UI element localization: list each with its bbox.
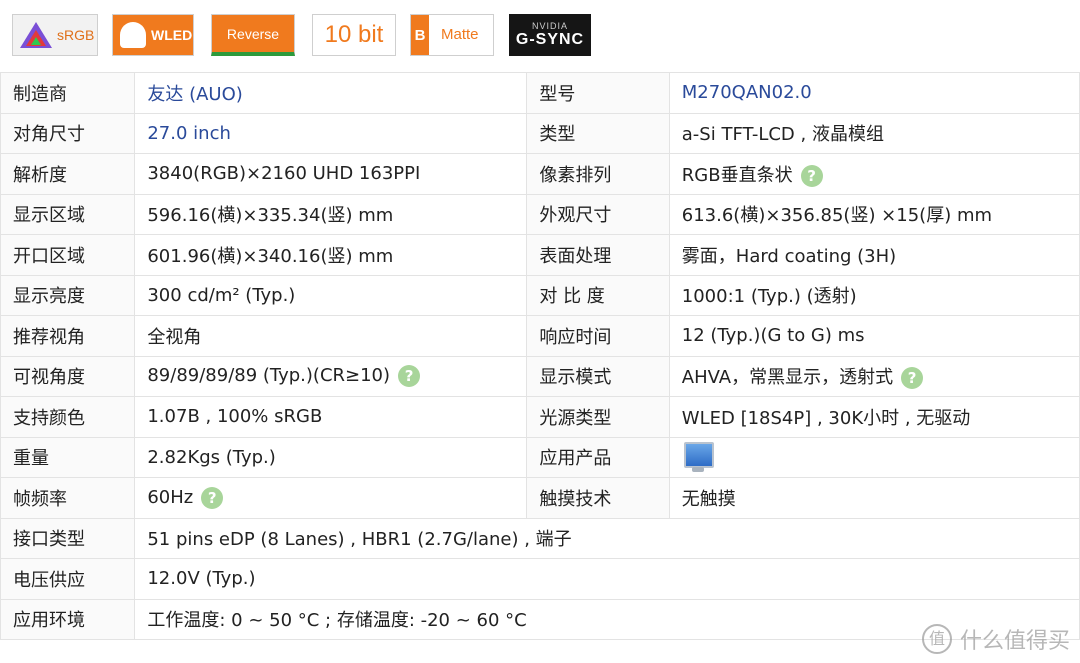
spec-key: 型号 bbox=[526, 72, 670, 114]
spec-key: 像素排列 bbox=[526, 153, 670, 195]
spec-key: 光源类型 bbox=[526, 396, 670, 438]
spec-value: 12.0V (Typ.) bbox=[134, 558, 1080, 600]
spec-key: 接口类型 bbox=[0, 517, 136, 559]
spec-value: 601.96(横)×340.16(竖) mm bbox=[134, 234, 528, 276]
help-icon[interactable]: ? bbox=[201, 486, 224, 509]
spec-value: 全视角 bbox=[134, 315, 528, 357]
reverse-badge-label: Reverse bbox=[226, 25, 280, 42]
spec-key: 可视角度 bbox=[0, 355, 136, 397]
watermark-text: 什么值得买 bbox=[959, 629, 1070, 654]
spec-key: 对角尺寸 bbox=[0, 112, 136, 154]
spec-key: 推荐视角 bbox=[0, 315, 136, 357]
matte-badge-letter: B bbox=[411, 15, 429, 55]
pixel-arrangement-value: RGB垂直条状 bbox=[681, 164, 793, 186]
spec-key: 制造商 bbox=[0, 72, 136, 114]
spec-value: 89/89/89/89 (Typ.)(CR≥10)? bbox=[134, 355, 528, 397]
reverse-badge: Reverse bbox=[211, 14, 295, 56]
model-link[interactable]: M270QAN02.0 bbox=[682, 82, 812, 103]
spec-value: 596.16(横)×335.34(竖) mm bbox=[134, 193, 528, 235]
spec-value: 300 cd/m² (Typ.) bbox=[134, 274, 528, 316]
10bit-badge: 10 bit bbox=[312, 14, 396, 56]
bulb-icon bbox=[120, 22, 146, 48]
spec-key: 显示区域 bbox=[0, 193, 136, 235]
spec-value: 51 pins eDP (8 Lanes) , HBR1 (2.7G/lane)… bbox=[134, 517, 1080, 559]
spec-value: 1000:1 (Typ.) (透射) bbox=[668, 274, 1080, 316]
spec-key: 支持颜色 bbox=[0, 396, 136, 438]
table-row: 开口区域 601.96(横)×340.16(竖) mm 表面处理 雾面，Hard… bbox=[0, 234, 1080, 276]
watermark-logo-icon: 值 bbox=[921, 624, 952, 654]
viewing-angle-value: 89/89/89/89 (Typ.)(CR≥10) bbox=[147, 365, 391, 387]
spec-value: RGB垂直条状? bbox=[668, 153, 1080, 195]
spec-key: 对 比 度 bbox=[526, 274, 670, 316]
manufacturer-link[interactable]: 友达 (AUO) bbox=[147, 84, 242, 105]
spec-value: a-Si TFT-LCD , 液晶模组 bbox=[668, 112, 1080, 154]
matte-badge: B Matte bbox=[410, 14, 494, 56]
diagonal-size-link[interactable]: 27.0 inch bbox=[147, 123, 231, 144]
table-row: 显示亮度 300 cd/m² (Typ.) 对 比 度 1000:1 (Typ.… bbox=[0, 274, 1080, 316]
srgb-badge: sRGB bbox=[12, 14, 98, 56]
spec-value[interactable]: 友达 (AUO) bbox=[134, 72, 528, 114]
spec-value: 2.82Kgs (Typ.) bbox=[134, 436, 528, 478]
matte-badge-label: Matte bbox=[441, 26, 479, 43]
spec-key: 表面处理 bbox=[526, 234, 670, 276]
spec-value: 雾面，Hard coating (3H) bbox=[668, 234, 1080, 276]
spec-value bbox=[668, 436, 1080, 478]
gsync-badge-label: G-SYNC bbox=[515, 31, 585, 48]
table-row: 对角尺寸 27.0 inch 类型 a-Si TFT-LCD , 液晶模组 bbox=[0, 112, 1080, 154]
help-icon[interactable]: ? bbox=[800, 164, 823, 187]
spec-key: 显示亮度 bbox=[0, 274, 136, 316]
spec-key: 应用环境 bbox=[0, 598, 136, 640]
spec-value[interactable]: 27.0 inch bbox=[134, 112, 528, 154]
srgb-badge-label: sRGB bbox=[57, 27, 95, 43]
spec-key: 应用产品 bbox=[526, 436, 670, 478]
spec-value[interactable]: M270QAN02.0 bbox=[668, 72, 1080, 114]
spec-value: 无触摸 bbox=[668, 477, 1080, 519]
table-row: 电压供应 12.0V (Typ.) bbox=[0, 558, 1080, 600]
table-row: 接口类型 51 pins eDP (8 Lanes) , HBR1 (2.7G/… bbox=[0, 517, 1080, 559]
table-row: 解析度 3840(RGB)×2160 UHD 163PPI 像素排列 RGB垂直… bbox=[0, 153, 1080, 195]
help-icon[interactable]: ? bbox=[398, 365, 421, 388]
spec-value: 60Hz? bbox=[134, 477, 528, 519]
monitor-icon[interactable] bbox=[682, 440, 714, 474]
table-row: 帧频率 60Hz? 触摸技术 无触摸 bbox=[0, 477, 1080, 519]
table-row: 推荐视角 全视角 响应时间 12 (Typ.)(G to G) ms bbox=[0, 315, 1080, 357]
wled-badge-label: WLED bbox=[151, 27, 193, 43]
spec-value: 3840(RGB)×2160 UHD 163PPI bbox=[134, 153, 528, 195]
spec-value: WLED [18S4P] , 30K小时 , 无驱动 bbox=[668, 396, 1080, 438]
spec-table: 制造商 友达 (AUO) 型号 M270QAN02.0 对角尺寸 27.0 in… bbox=[0, 72, 1080, 640]
table-row: 应用环境 工作温度: 0 ~ 50 °C ; 存储温度: -20 ~ 60 °C bbox=[0, 598, 1080, 640]
table-row: 重量 2.82Kgs (Typ.) 应用产品 bbox=[0, 436, 1080, 478]
spec-value: 12 (Typ.)(G to G) ms bbox=[668, 315, 1080, 357]
help-icon[interactable]: ? bbox=[901, 367, 924, 390]
nvidia-logo-text: NVIDIA bbox=[531, 21, 568, 31]
wled-badge: WLED bbox=[112, 14, 194, 56]
table-row: 支持颜色 1.07B , 100% sRGB 光源类型 WLED [18S4P]… bbox=[0, 396, 1080, 438]
table-row: 制造商 友达 (AUO) 型号 M270QAN02.0 bbox=[0, 72, 1080, 114]
spec-key: 响应时间 bbox=[526, 315, 670, 357]
spec-value: 1.07B , 100% sRGB bbox=[134, 396, 528, 438]
display-mode-value: AHVA，常黑显示，透射式 bbox=[681, 367, 894, 389]
spec-key: 电压供应 bbox=[0, 558, 136, 600]
table-row: 可视角度 89/89/89/89 (Typ.)(CR≥10)? 显示模式 AHV… bbox=[0, 355, 1080, 397]
10bit-badge-label: 10 bit bbox=[324, 21, 384, 48]
spec-key: 重量 bbox=[0, 436, 136, 478]
spec-key: 触摸技术 bbox=[526, 477, 670, 519]
spec-key: 显示模式 bbox=[526, 355, 670, 397]
spec-key: 解析度 bbox=[0, 153, 136, 195]
spec-key: 帧频率 bbox=[0, 477, 136, 519]
spec-value: AHVA，常黑显示，透射式? bbox=[668, 355, 1080, 397]
spec-key: 开口区域 bbox=[0, 234, 136, 276]
spec-value: 613.6(横)×356.85(竖) ×15(厚) mm bbox=[668, 193, 1080, 235]
site-watermark: 值 什么值得买 bbox=[921, 623, 1070, 655]
frame-rate-value: 60Hz bbox=[147, 486, 194, 508]
gsync-badge: NVIDIA G-SYNC bbox=[509, 14, 591, 56]
spec-key: 外观尺寸 bbox=[526, 193, 670, 235]
table-row: 显示区域 596.16(横)×335.34(竖) mm 外观尺寸 613.6(横… bbox=[0, 193, 1080, 235]
spec-key: 类型 bbox=[526, 112, 670, 154]
